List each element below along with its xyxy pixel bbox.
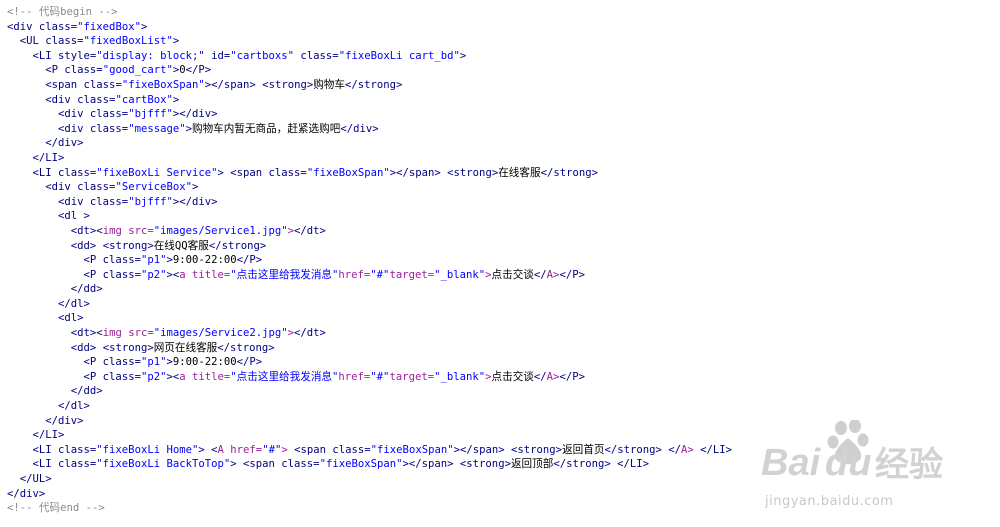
editor-gutter bbox=[0, 0, 2, 527]
code-line[interactable]: <dd> <strong>在线QQ客服</strong> bbox=[7, 239, 732, 254]
code-line[interactable]: <div class="message">购物车内暂无商品，赶紧选购吧</div… bbox=[7, 122, 732, 137]
code-line[interactable]: <dl > bbox=[7, 209, 732, 224]
code-line[interactable]: </div> bbox=[7, 414, 732, 429]
code-line[interactable]: <LI class="fixeBoxLi Service"> <span cla… bbox=[7, 166, 732, 181]
code-line[interactable]: <P class="p1">9:00-22:00</P> bbox=[7, 355, 732, 370]
code-line[interactable]: <span class="fixeBoxSpan"></span> <stron… bbox=[7, 78, 732, 93]
code-line[interactable]: <dt><img src="images/Service1.jpg"></dt> bbox=[7, 224, 732, 239]
code-line[interactable]: <div class="fixedBox"> bbox=[7, 20, 732, 35]
code-line[interactable]: </dd> bbox=[7, 384, 732, 399]
code-area[interactable]: <!-- 代码begin --> <div class="fixedBox"> <… bbox=[7, 5, 732, 516]
code-line[interactable]: </dl> bbox=[7, 297, 732, 312]
code-line[interactable]: </div> bbox=[7, 487, 732, 502]
code-line[interactable]: <dt><img src="images/Service2.jpg"></dt> bbox=[7, 326, 732, 341]
code-line[interactable]: <P class="p2"><a title="点击这里给我发消息"href="… bbox=[7, 370, 732, 385]
code-line[interactable]: <dd> <strong>网页在线客服</strong> bbox=[7, 341, 732, 356]
code-line[interactable]: <LI class="fixeBoxLi BackToTop"> <span c… bbox=[7, 457, 732, 472]
code-editor[interactable]: <!-- 代码begin --> <div class="fixedBox"> <… bbox=[0, 0, 1000, 527]
code-line[interactable]: <UL class="fixedBoxList"> bbox=[7, 34, 732, 49]
code-line[interactable]: <dl> bbox=[7, 311, 732, 326]
code-line[interactable]: </LI> bbox=[7, 428, 732, 443]
code-line[interactable]: <LI class="fixeBoxLi Home"> <A href="#">… bbox=[7, 443, 733, 458]
code-line[interactable]: <P class="good_cart">0</P> bbox=[7, 63, 732, 78]
code-line[interactable]: <!-- 代码end --> bbox=[7, 501, 732, 516]
code-line[interactable]: <P class="p1">9:00-22:00</P> bbox=[7, 253, 732, 268]
code-line[interactable]: </dd> bbox=[7, 282, 732, 297]
code-line[interactable]: <P class="p2"><a title="点击这里给我发消息"href="… bbox=[7, 268, 732, 283]
code-line[interactable]: <!-- 代码begin --> bbox=[7, 5, 732, 20]
code-line[interactable]: <div class="cartBox"> bbox=[7, 93, 732, 108]
code-line[interactable]: </dl> bbox=[7, 399, 732, 414]
code-line[interactable]: <div class="bjfff"></div> bbox=[7, 195, 732, 210]
code-line[interactable]: <LI style="display: block;" id="cartboxs… bbox=[7, 49, 732, 64]
code-line[interactable]: <div class="ServiceBox"> bbox=[7, 180, 732, 195]
code-line[interactable]: <div class="bjfff"></div> bbox=[7, 107, 732, 122]
code-line[interactable]: </div> bbox=[7, 136, 732, 151]
code-line[interactable]: </UL> bbox=[7, 472, 732, 487]
code-line[interactable]: </LI> bbox=[7, 151, 732, 166]
